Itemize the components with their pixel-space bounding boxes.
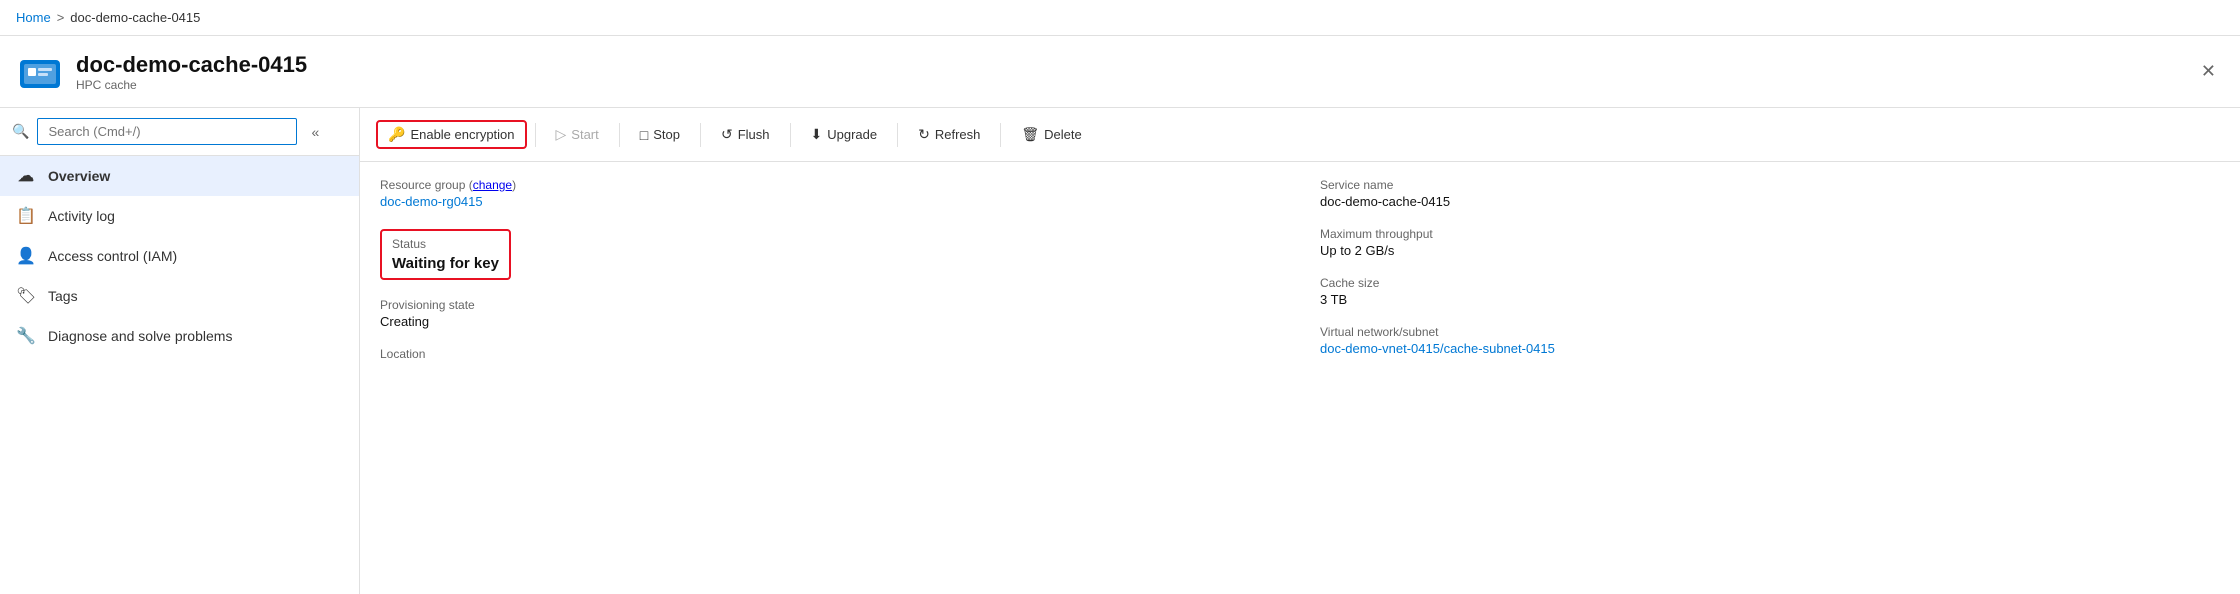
page-title: doc-demo-cache-0415 (76, 52, 307, 78)
content-area: 🔑 Enable encryption ▷ Start □ Stop ↺ Flu… (360, 108, 2240, 594)
start-icon: ▷ (556, 126, 567, 143)
vnet-subnet-link[interactable]: doc-demo-vnet-0415/cache-subnet-0415 (1320, 341, 1555, 356)
breadcrumb: Home > doc-demo-cache-0415 (16, 10, 200, 25)
sidebar-item-label-diagnose: Diagnose and solve problems (48, 328, 232, 344)
detail-vnet-subnet: Virtual network/subnet doc-demo-vnet-041… (1320, 325, 2220, 356)
search-icon: 🔍 (12, 123, 29, 140)
toolbar: 🔑 Enable encryption ▷ Start □ Stop ↺ Flu… (360, 108, 2240, 162)
refresh-label: Refresh (935, 127, 981, 142)
enable-encryption-label: Enable encryption (410, 127, 514, 142)
start-button: ▷ Start (544, 120, 611, 149)
search-bar: 🔍 « (0, 108, 359, 156)
page-header: doc-demo-cache-0415 HPC cache ✕ (0, 36, 2240, 108)
sidebar-item-label-access-control: Access control (IAM) (48, 248, 177, 264)
access-control-icon: 👤 (16, 246, 36, 266)
detail-value-service-name: doc-demo-cache-0415 (1320, 194, 2220, 209)
detail-value-cache-size: 3 TB (1320, 292, 2220, 307)
detail-label-provisioning-state: Provisioning state (380, 298, 1280, 312)
collapse-sidebar-button[interactable]: « (305, 120, 325, 144)
stop-label: Stop (653, 127, 680, 142)
sidebar-item-tags[interactable]: 🏷 Tags (0, 276, 359, 316)
refresh-icon: ↻ (918, 126, 930, 143)
overview-icon: ☁ (16, 166, 36, 186)
enable-encryption-button[interactable]: 🔑 Enable encryption (376, 120, 527, 149)
detail-label-service-name: Service name (1320, 178, 2220, 192)
breadcrumb-current: doc-demo-cache-0415 (70, 10, 200, 25)
sidebar-item-activity-log[interactable]: 📋 Activity log (0, 196, 359, 236)
search-input[interactable] (37, 118, 297, 145)
toolbar-sep-5 (1000, 123, 1001, 147)
page-subtitle: HPC cache (76, 78, 307, 92)
diagnose-icon: 🔧 (16, 326, 36, 346)
detail-value-vnet-subnet: doc-demo-vnet-0415/cache-subnet-0415 (1320, 341, 2220, 356)
sidebar-item-diagnose[interactable]: 🔧 Diagnose and solve problems (0, 316, 359, 356)
tags-icon: 🏷 (16, 286, 36, 306)
detail-label-status: Status (392, 237, 499, 251)
resource-group-link[interactable]: doc-demo-rg0415 (380, 194, 483, 209)
delete-label: Delete (1044, 127, 1082, 142)
refresh-button[interactable]: ↻ Refresh (906, 120, 992, 149)
stop-button[interactable]: □ Stop (628, 121, 692, 149)
nav-items: ☁ Overview 📋 Activity log 👤 Access contr… (0, 156, 359, 594)
toolbar-sep-4 (897, 123, 898, 147)
enable-encryption-icon: 🔑 (388, 126, 405, 143)
toolbar-sep-1 (619, 123, 620, 147)
toolbar-sep-0 (535, 123, 536, 147)
sidebar-item-label-overview: Overview (48, 168, 110, 184)
detail-location: Location (380, 347, 1280, 361)
detail-value-provisioning-state: Creating (380, 314, 1280, 329)
upgrade-icon: ⬇ (811, 126, 823, 143)
sidebar-item-label-activity-log: Activity log (48, 208, 115, 224)
detail-label-vnet-subnet: Virtual network/subnet (1320, 325, 2220, 339)
delete-button[interactable]: 🗑 Delete (1009, 120, 1093, 149)
flush-button[interactable]: ↺ Flush (709, 120, 782, 149)
toolbar-sep-2 (700, 123, 701, 147)
header-text: doc-demo-cache-0415 HPC cache (76, 52, 307, 92)
sidebar-item-access-control[interactable]: 👤 Access control (IAM) (0, 236, 359, 276)
top-bar: Home > doc-demo-cache-0415 (0, 0, 2240, 36)
detail-resource-group: Resource group (change) doc-demo-rg0415 (380, 178, 1280, 209)
toolbar-sep-3 (790, 123, 791, 147)
upgrade-button[interactable]: ⬇ Upgrade (799, 120, 890, 149)
detail-label-max-throughput: Maximum throughput (1320, 227, 2220, 241)
breadcrumb-separator: > (57, 10, 65, 25)
main-layout: 🔍 « ☁ Overview 📋 Activity log 👤 Access c… (0, 108, 2240, 594)
sidebar-item-label-tags: Tags (48, 288, 78, 304)
detail-cache-size: Cache size 3 TB (1320, 276, 2220, 307)
detail-service-name: Service name doc-demo-cache-0415 (1320, 178, 2220, 209)
detail-label-cache-size: Cache size (1320, 276, 2220, 290)
activity-log-icon: 📋 (16, 206, 36, 226)
detail-value-resource-group: doc-demo-rg0415 (380, 194, 1280, 209)
detail-value-max-throughput: Up to 2 GB/s (1320, 243, 2220, 258)
flush-label: Flush (738, 127, 770, 142)
flush-icon: ↺ (721, 126, 733, 143)
detail-label-resource-group: Resource group (change) (380, 178, 1280, 192)
detail-max-throughput: Maximum throughput Up to 2 GB/s (1320, 227, 2220, 258)
change-resource-group-link[interactable]: change (473, 178, 512, 192)
header-left: doc-demo-cache-0415 HPC cache (16, 48, 307, 96)
resource-icon (16, 48, 64, 96)
start-label: Start (571, 127, 598, 142)
breadcrumb-home[interactable]: Home (16, 10, 51, 25)
upgrade-label: Upgrade (827, 127, 877, 142)
detail-provisioning-state: Provisioning state Creating (380, 298, 1280, 329)
detail-label-location: Location (380, 347, 1280, 361)
details-area: Resource group (change) doc-demo-rg0415 … (360, 162, 2240, 594)
close-button[interactable]: ✕ (2193, 57, 2224, 86)
detail-status: Status Waiting for key (380, 229, 511, 280)
delete-icon: 🗑 (1021, 126, 1039, 143)
sidebar: 🔍 « ☁ Overview 📋 Activity log 👤 Access c… (0, 108, 360, 594)
sidebar-item-overview[interactable]: ☁ Overview (0, 156, 359, 196)
details-left: Resource group (change) doc-demo-rg0415 … (380, 178, 1280, 578)
stop-icon: □ (640, 127, 648, 143)
detail-value-status: Waiting for key (392, 255, 499, 272)
details-right: Service name doc-demo-cache-0415 Maximum… (1320, 178, 2220, 578)
